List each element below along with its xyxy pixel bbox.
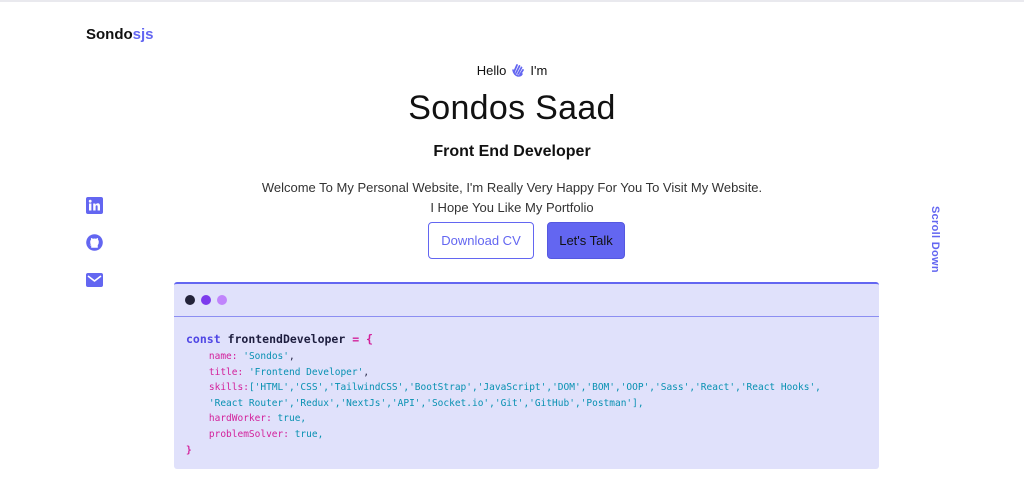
code-value-skills-2: 'React Router','Redux','NextJs','API','S… bbox=[208, 397, 644, 409]
code-line-hardworker: hardWorker: true, bbox=[186, 411, 867, 427]
code-keyword: const bbox=[186, 332, 221, 346]
code-line-skills-cont: 'React Router','Redux','NextJs','API','S… bbox=[186, 396, 867, 412]
hero-name: Sondos Saad bbox=[408, 89, 616, 127]
logo-suffix: sjs bbox=[132, 26, 154, 43]
code-open-brace: = { bbox=[352, 332, 373, 346]
linkedin-link[interactable] bbox=[86, 197, 103, 214]
code-key-skills: skills: bbox=[208, 382, 249, 394]
code-variable: frontendDeveloper bbox=[227, 332, 346, 346]
code-card: const frontendDeveloper = { name: 'Sondo… bbox=[174, 282, 879, 469]
code-line-name: name: 'Sondos', bbox=[208, 351, 295, 362]
hero-role: Front End Developer bbox=[433, 143, 591, 160]
code-value-hardworker: true, bbox=[277, 413, 307, 425]
code-key-name: name: bbox=[208, 351, 238, 362]
code-key-title: title: bbox=[208, 366, 244, 378]
hero-buttons: Download CV Let's Talk bbox=[428, 222, 625, 259]
hero-description: Welcome To My Personal Website, I'm Real… bbox=[0, 178, 1024, 218]
window-dot-light bbox=[217, 295, 227, 305]
download-cv-button[interactable]: Download CV bbox=[428, 222, 534, 259]
code-key-problemsolver: problemSolver: bbox=[208, 428, 289, 440]
site-logo[interactable]: Sondosjs bbox=[86, 26, 154, 43]
linkedin-icon bbox=[86, 197, 103, 214]
code-line-declaration: const frontendDeveloper = { bbox=[186, 329, 867, 349]
hero-section: Hello I'm Sondos Saad Front End Develope… bbox=[0, 60, 1024, 218]
im-text: I'm bbox=[530, 62, 548, 78]
mail-link[interactable] bbox=[86, 273, 103, 287]
lets-talk-button[interactable]: Let's Talk bbox=[547, 222, 625, 259]
code-line-skills: skills:['HTML','CSS','TailwindCSS','Boot… bbox=[186, 380, 867, 396]
mail-icon bbox=[86, 273, 103, 287]
hero-desc-line-2: I Hope You Like My Portfolio bbox=[430, 200, 594, 215]
code-line-title: title: 'Frontend Developer', bbox=[208, 366, 370, 378]
code-card-header bbox=[174, 284, 879, 317]
hello-text: Hello bbox=[476, 62, 507, 78]
code-line-problemsolver: problemSolver: true, bbox=[186, 427, 867, 443]
code-line-close: } bbox=[186, 443, 867, 459]
github-icon bbox=[86, 234, 103, 251]
code-close-brace: } bbox=[186, 444, 192, 456]
code-value-title: 'Frontend Developer' bbox=[248, 366, 364, 378]
hero-desc-line-1: Welcome To My Personal Website, I'm Real… bbox=[261, 180, 763, 195]
waving-hand-icon bbox=[511, 63, 525, 77]
window-dot-dark bbox=[185, 295, 195, 305]
code-value-problemsolver: true, bbox=[294, 428, 324, 440]
window-dot-purple bbox=[201, 295, 211, 305]
scroll-down-link[interactable]: Scroll Down bbox=[929, 206, 941, 273]
github-link[interactable] bbox=[86, 234, 103, 251]
code-key-hardworker: hardWorker: bbox=[208, 413, 272, 425]
logo-prefix: Sondo bbox=[86, 26, 133, 43]
code-block: const frontendDeveloper = { name: 'Sondo… bbox=[174, 317, 879, 458]
code-value-skills-1: ['HTML','CSS','TailwindCSS','BootStrap',… bbox=[248, 382, 821, 394]
hello-line: Hello I'm bbox=[0, 60, 1024, 80]
top-border bbox=[0, 0, 1024, 2]
code-value-name: 'Sondos' bbox=[243, 351, 289, 362]
